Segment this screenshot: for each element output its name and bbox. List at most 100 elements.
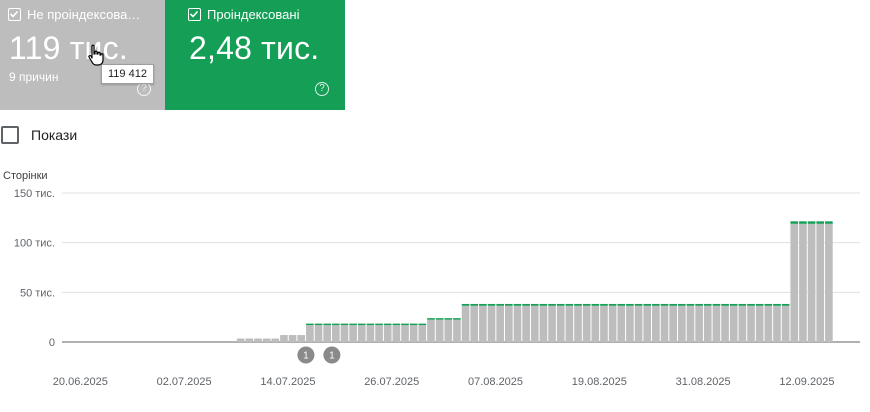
x-tick-label: 19.08.2025 [572, 376, 627, 388]
bar-not-indexed [297, 335, 306, 342]
bar-indexed [323, 323, 331, 326]
bar-not-indexed [254, 338, 262, 342]
bar-indexed [505, 303, 513, 306]
annotation-label: 1 [329, 351, 335, 362]
bar-not-indexed [366, 325, 375, 342]
bar-indexed [548, 303, 556, 306]
bar-not-indexed [556, 305, 565, 342]
bar-indexed [686, 303, 695, 306]
bar-indexed [703, 303, 712, 306]
bar-indexed [530, 303, 539, 306]
bar-indexed [427, 318, 435, 320]
bar-not-indexed [799, 223, 807, 342]
bar-indexed [799, 221, 807, 224]
y-tick-label: 50 тис. [20, 287, 55, 299]
bar-not-indexed [262, 338, 271, 342]
bar-indexed [565, 303, 574, 306]
checkbox-checked-icon[interactable] [188, 8, 201, 21]
bar-indexed [453, 318, 461, 320]
impressions-toggle[interactable]: Покази [1, 126, 77, 144]
bar-not-indexed [349, 325, 357, 342]
bar-indexed [496, 303, 504, 306]
bar-not-indexed [539, 305, 548, 342]
bar-indexed [314, 323, 323, 326]
help-icon[interactable]: ? [315, 82, 329, 96]
bar-not-indexed [513, 305, 522, 342]
bar-not-indexed [626, 305, 634, 342]
bar-not-indexed [703, 305, 712, 342]
x-tick-label: 02.07.2025 [157, 376, 212, 388]
bar-indexed [816, 221, 825, 224]
bar-indexed [747, 303, 755, 306]
bar-not-indexed [695, 305, 703, 342]
impressions-label: Покази [31, 127, 78, 143]
bar-not-indexed [245, 338, 254, 342]
bar-indexed [695, 303, 703, 306]
bar-not-indexed [807, 223, 816, 342]
help-icon[interactable]: ? [137, 82, 151, 96]
bar-indexed [660, 303, 669, 306]
bar-not-indexed [383, 325, 392, 342]
bar-indexed [764, 303, 773, 306]
bar-indexed [738, 303, 747, 306]
bar-indexed [513, 303, 522, 306]
pages-chart: 0 50 тис. 100 тис. 150 тис. 20.06.2025 02.07.… [14, 188, 860, 388]
y-tick-label: 100 тис. [14, 238, 55, 250]
not-indexed-card[interactable]: Не проіндексова… 119 тис. 9 причин ? [0, 0, 165, 110]
bar-indexed [435, 318, 444, 320]
y-tick-label: 150 тис. [14, 188, 55, 200]
bar-not-indexed [816, 223, 825, 342]
bar-not-indexed [712, 305, 721, 342]
bar-indexed [582, 303, 591, 306]
bar-not-indexed [427, 319, 435, 342]
bar-not-indexed [401, 325, 409, 342]
bar-not-indexed [280, 335, 288, 342]
bar-indexed [652, 303, 660, 306]
bar-indexed [539, 303, 548, 306]
bar-not-indexed [574, 305, 582, 342]
bar-not-indexed [496, 305, 504, 342]
hand-cursor-icon [88, 44, 104, 66]
bar-indexed [444, 318, 453, 320]
bar-indexed [712, 303, 721, 306]
bar-not-indexed [470, 305, 479, 342]
bar-indexed [470, 303, 479, 306]
bar-indexed [634, 303, 643, 306]
impressions-checkbox[interactable] [1, 126, 19, 144]
bar-not-indexed [600, 305, 608, 342]
x-tick-label: 14.07.2025 [260, 376, 315, 388]
bar-indexed [375, 323, 383, 326]
bar-not-indexed [409, 325, 418, 342]
bar-not-indexed [582, 305, 591, 342]
bar-indexed [790, 221, 799, 224]
bar-indexed [332, 323, 340, 326]
checkbox-checked-icon[interactable] [8, 8, 21, 21]
bar-not-indexed [487, 305, 496, 342]
bar-not-indexed [288, 335, 297, 342]
bar-indexed [755, 303, 764, 306]
bar-indexed [591, 303, 600, 306]
indexed-card[interactable]: Проіндексовані 2,48 тис. ? [165, 0, 345, 110]
bar-not-indexed [306, 325, 314, 342]
not-indexed-reasons: 9 причин [9, 70, 59, 84]
annotation-marker: 1 [297, 346, 315, 364]
bar-not-indexed [781, 305, 790, 342]
bar-not-indexed [773, 305, 781, 342]
bar-not-indexed [323, 325, 331, 342]
x-tick-label: 12.09.2025 [779, 376, 834, 388]
bar-indexed [409, 323, 418, 326]
bar-not-indexed [444, 319, 453, 342]
bar-indexed [678, 303, 686, 306]
x-tick-label: 26.07.2025 [364, 376, 419, 388]
bar-not-indexed [314, 325, 323, 342]
bar-not-indexed [548, 305, 556, 342]
bar-not-indexed [392, 325, 401, 342]
bar-not-indexed [738, 305, 747, 342]
bar-indexed [608, 303, 617, 306]
bar-indexed [487, 303, 496, 306]
not-indexed-value: 119 тис. [9, 30, 128, 66]
x-tick-label: 31.08.2025 [676, 376, 731, 388]
bar-not-indexed [271, 338, 280, 342]
bar-indexed [306, 323, 314, 326]
bar-indexed [729, 303, 738, 306]
